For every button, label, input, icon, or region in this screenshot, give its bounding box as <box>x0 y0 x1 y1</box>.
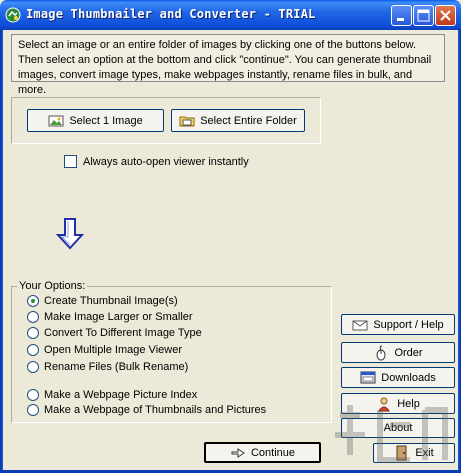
option-label: Make a Webpage Picture Index <box>44 389 198 401</box>
select-folder-label: Select Entire Folder <box>200 114 297 127</box>
option-label: Rename Files (Bulk Rename) <box>44 361 189 373</box>
minimize-button[interactable] <box>391 5 412 26</box>
envelope-icon <box>352 320 368 330</box>
continue-label: Continue <box>250 446 296 459</box>
minimize-icon <box>397 18 404 21</box>
option-rename-files[interactable]: Rename Files (Bulk Rename) <box>27 361 188 373</box>
radio-button[interactable] <box>27 295 39 307</box>
option-label: Convert To Different Image Type <box>44 327 202 339</box>
watermark-logo <box>335 405 448 463</box>
down-arrow-icon <box>56 218 84 250</box>
options-legend: Your Options: <box>17 280 88 292</box>
app-window: Image Thumbnailer and Converter - TRIAL … <box>0 0 461 473</box>
maximize-icon <box>417 9 430 22</box>
auto-open-checkbox[interactable] <box>64 155 77 168</box>
support-help-button[interactable]: Support / Help <box>341 314 455 335</box>
option-resize-image[interactable]: Make Image Larger or Smaller <box>27 311 193 323</box>
radio-button[interactable] <box>27 327 39 339</box>
downloads-label: Downloads <box>381 371 436 384</box>
option-label: Create Thumbnail Image(s) <box>44 295 178 307</box>
continue-button[interactable]: Continue <box>204 442 321 463</box>
option-label: Make Image Larger or Smaller <box>44 311 193 323</box>
radio-button[interactable] <box>27 361 39 373</box>
option-create-thumbnail[interactable]: Create Thumbnail Image(s) <box>27 295 178 307</box>
continue-icon <box>231 447 245 458</box>
option-webpage-index[interactable]: Make a Webpage Picture Index <box>27 389 197 401</box>
close-button[interactable] <box>435 5 456 26</box>
radio-button[interactable] <box>27 389 39 401</box>
mouse-icon <box>376 345 386 360</box>
option-webpage-thumbnails[interactable]: Make a Webpage of Thumbnails and Picture… <box>27 404 266 416</box>
downloads-icon <box>360 371 376 383</box>
intro-text: Select an image or an entire folder of i… <box>11 34 445 96</box>
order-button[interactable]: Order <box>341 342 455 363</box>
title-bar[interactable]: Image Thumbnailer and Converter - TRIAL <box>0 0 461 30</box>
folder-icon <box>179 116 195 126</box>
radio-button[interactable] <box>27 404 39 416</box>
option-label: Make a Webpage of Thumbnails and Picture… <box>44 404 267 416</box>
image-icon <box>48 115 64 126</box>
auto-open-row[interactable]: Always auto-open viewer instantly <box>64 155 249 168</box>
app-icon <box>5 7 21 23</box>
window-title: Image Thumbnailer and Converter - TRIAL <box>26 7 316 21</box>
downloads-button[interactable]: Downloads <box>341 367 455 388</box>
support-help-label: Support / Help <box>373 318 444 331</box>
window-frame-left <box>0 30 3 473</box>
auto-open-label: Always auto-open viewer instantly <box>83 155 249 168</box>
option-convert-type[interactable]: Convert To Different Image Type <box>27 327 202 339</box>
option-image-viewer[interactable]: Open Multiple Image Viewer <box>27 344 182 356</box>
option-label: Open Multiple Image Viewer <box>44 344 182 356</box>
maximize-button[interactable] <box>413 5 434 26</box>
radio-button[interactable] <box>27 311 39 323</box>
select-one-image-button[interactable]: Select 1 Image <box>27 109 164 132</box>
order-label: Order <box>394 346 423 359</box>
select-folder-button[interactable]: Select Entire Folder <box>171 109 305 132</box>
select-one-image-label: Select 1 Image <box>69 114 143 127</box>
close-icon <box>440 10 451 21</box>
radio-button[interactable] <box>27 344 39 356</box>
